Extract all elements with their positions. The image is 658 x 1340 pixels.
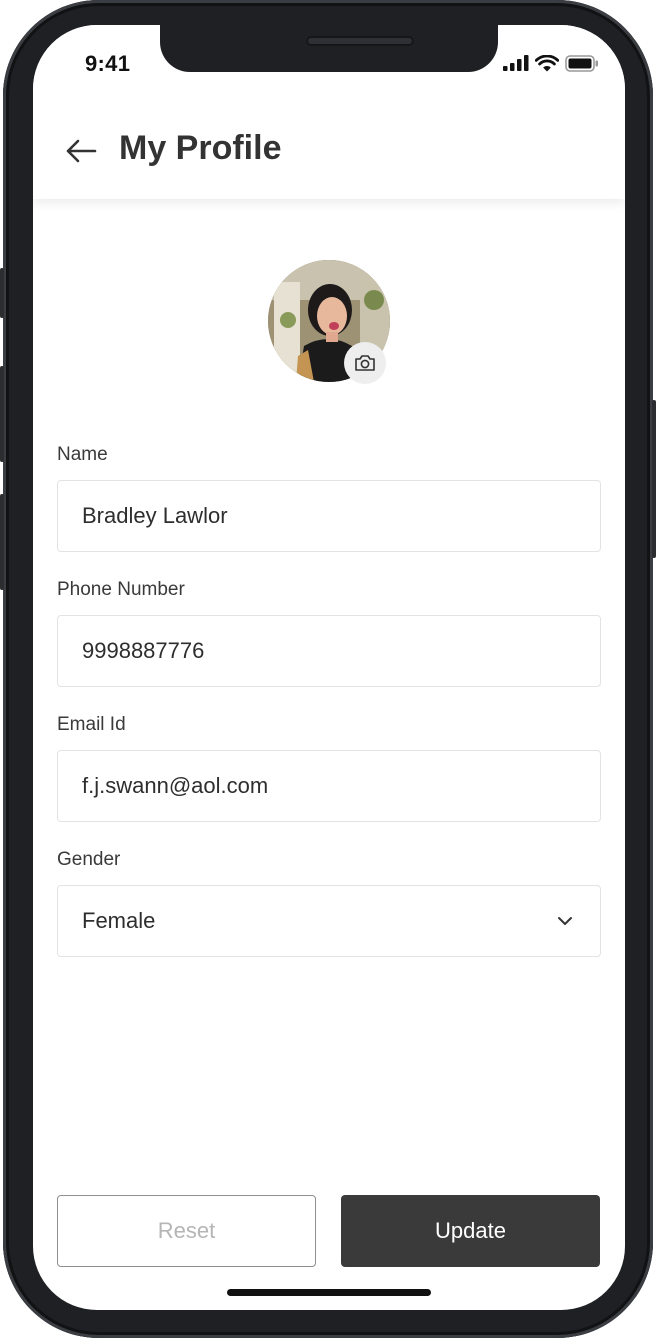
gender-selected-value: Female [82,908,156,933]
email-label: Email Id [57,714,126,735]
phone-input[interactable] [82,638,600,664]
email-input[interactable] [82,773,600,799]
name-field[interactable] [57,480,601,552]
reset-button[interactable]: Reset [57,1195,316,1267]
mute-switch [0,268,4,318]
status-time: 9:41 [85,51,131,76]
update-button[interactable]: Update [341,1195,600,1267]
status-icons [503,54,599,72]
name-label: Name [57,444,108,465]
wifi-icon [535,54,559,71]
screen: My Profile 9:41 Name Bradley Lawlor Phon… [33,25,625,1310]
notch [160,25,498,72]
email-field[interactable] [57,750,601,822]
phone-field[interactable] [57,615,601,687]
phone-label: Phone Number [57,579,185,600]
power-button [652,400,656,558]
speaker [306,36,414,46]
back-button[interactable] [63,133,99,169]
arrow-left-icon [66,139,97,163]
phone-frame: My Profile 9:41 Name Bradley Lawlor Phon… [0,0,656,1338]
volume-up-button [0,366,4,462]
camera-icon [355,355,375,371]
home-indicator[interactable] [227,1289,431,1296]
chevron-down-icon [558,917,572,925]
profile-photo-container [268,260,390,384]
volume-down-button [0,494,4,590]
page-title: My Profile [119,129,282,167]
gender-select[interactable]: Female [57,885,601,957]
cellular-signal-icon [503,55,529,71]
battery-icon [565,54,598,72]
name-input[interactable] [82,503,600,529]
gender-label: Gender [57,849,121,870]
change-photo-button[interactable] [344,342,386,384]
